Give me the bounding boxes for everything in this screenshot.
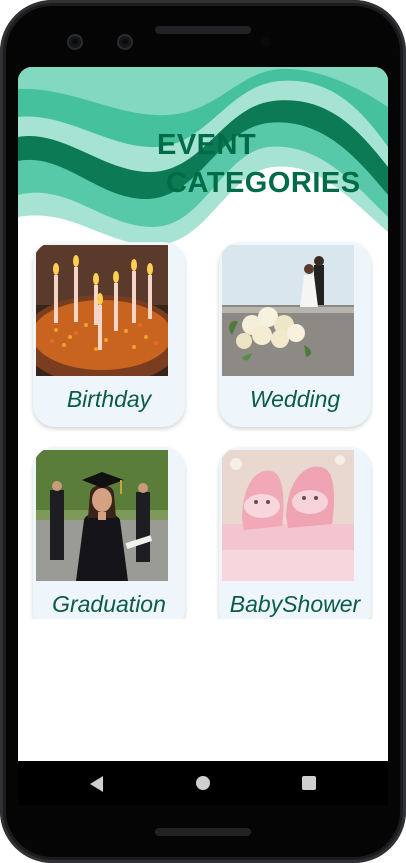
home-icon[interactable] [196, 776, 210, 790]
recents-icon[interactable] [302, 776, 316, 790]
category-card-wedding[interactable]: Wedding [219, 242, 371, 427]
front-camera-icon [117, 34, 133, 50]
back-icon[interactable] [90, 776, 103, 792]
category-card-birthday[interactable]: Birthday [33, 242, 185, 427]
birthday-cake-image [36, 245, 168, 376]
app-screen: EVENT CATEGORIES Birthday Wedding Gradua… [18, 67, 388, 803]
category-card-babyshower[interactable]: BabyShower [219, 447, 371, 632]
category-label: Birthday [66, 386, 152, 412]
page-title-line1: EVENT [157, 129, 257, 161]
wedding-bouquet-image [222, 245, 354, 376]
graduation-image [36, 450, 168, 581]
category-card-graduation[interactable]: Graduation [33, 447, 185, 632]
system-navigation-bar [18, 761, 388, 805]
proximity-sensor [261, 37, 271, 47]
category-label: BabyShower [229, 591, 361, 617]
category-label: Wedding [249, 386, 341, 412]
babyshower-image [222, 450, 354, 581]
front-camera-icon [67, 34, 83, 50]
category-label: Graduation [52, 591, 166, 617]
page-title-line2: CATEGORIES [166, 167, 361, 199]
header-banner: EVENT CATEGORIES [18, 67, 388, 247]
bottom-speaker [155, 828, 251, 836]
earpiece-speaker [155, 26, 251, 34]
